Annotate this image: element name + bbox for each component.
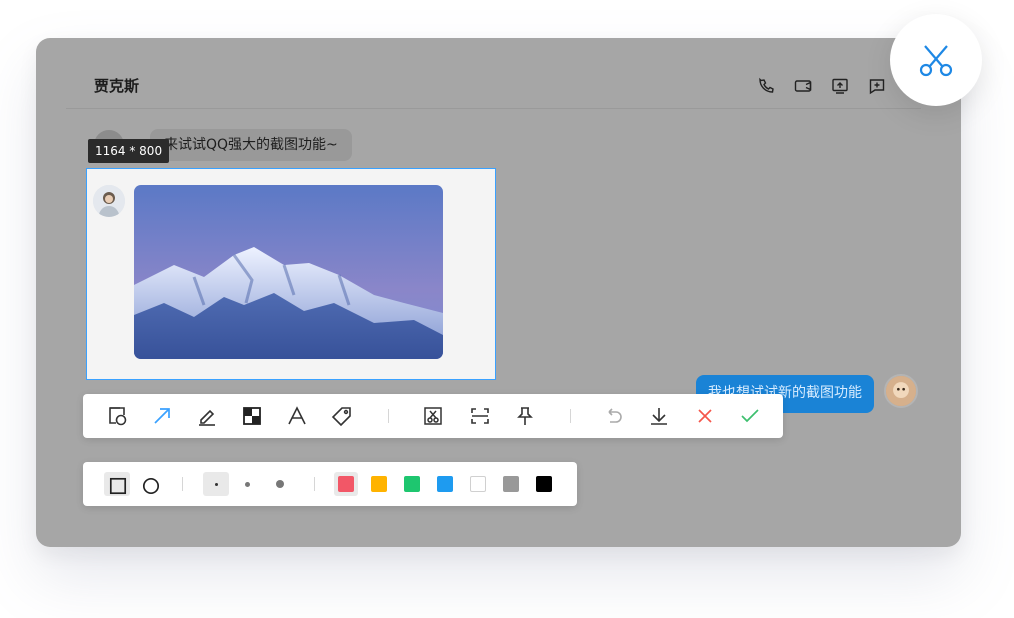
color-swatch-blue[interactable] xyxy=(437,476,453,492)
size-large-dot[interactable] xyxy=(276,480,284,488)
size-medium-dot[interactable] xyxy=(245,482,250,487)
phone-icon[interactable] xyxy=(756,76,776,96)
message-bubble-left: 来试试QQ强大的截图功能~ xyxy=(150,129,352,161)
color-swatch-green[interactable] xyxy=(404,476,420,492)
ocr-tool-icon[interactable] xyxy=(421,404,445,428)
toolbar-divider xyxy=(388,409,389,423)
download-icon[interactable] xyxy=(647,404,671,428)
screen-share-icon[interactable] xyxy=(830,76,850,96)
scissors-icon xyxy=(919,45,953,77)
pen-tool-icon[interactable] xyxy=(195,404,219,428)
pin-tool-icon[interactable] xyxy=(513,404,537,428)
mosaic-tool-icon[interactable] xyxy=(240,404,264,428)
chat-title: 贾克斯 xyxy=(94,77,140,95)
tag-tool-icon[interactable] xyxy=(330,404,354,428)
square-shape-icon[interactable] xyxy=(106,474,127,495)
mountain-image xyxy=(134,185,443,359)
size-small-dot[interactable] xyxy=(215,483,218,486)
header-divider xyxy=(66,108,921,109)
video-call-icon[interactable] xyxy=(793,76,813,96)
rectangle-tool-icon[interactable] xyxy=(105,404,129,428)
screenshot-scissors-button[interactable] xyxy=(890,14,982,106)
arrow-tool-icon[interactable] xyxy=(150,404,174,428)
color-swatch-red[interactable] xyxy=(338,476,354,492)
cancel-icon[interactable] xyxy=(693,404,717,428)
avatar xyxy=(884,374,918,408)
shape-options-bar xyxy=(83,462,577,506)
toolbar-divider xyxy=(182,477,183,491)
color-swatch-white[interactable] xyxy=(470,476,486,492)
undo-icon[interactable] xyxy=(601,404,625,428)
add-chat-icon[interactable] xyxy=(867,76,887,96)
screenshot-selection[interactable] xyxy=(86,168,496,380)
circle-shape-icon[interactable] xyxy=(139,474,160,495)
selection-size-label: 1164 * 800 xyxy=(88,139,170,163)
color-swatch-orange[interactable] xyxy=(371,476,387,492)
avatar xyxy=(93,185,125,217)
color-swatch-black[interactable] xyxy=(536,476,552,492)
toolbar-divider xyxy=(570,409,571,423)
color-swatch-gray[interactable] xyxy=(503,476,519,492)
scroll-capture-tool-icon[interactable] xyxy=(468,404,492,428)
text-tool-icon[interactable] xyxy=(285,404,309,428)
screenshot-toolbar xyxy=(83,394,783,438)
toolbar-divider xyxy=(314,477,315,491)
confirm-icon[interactable] xyxy=(738,404,762,428)
